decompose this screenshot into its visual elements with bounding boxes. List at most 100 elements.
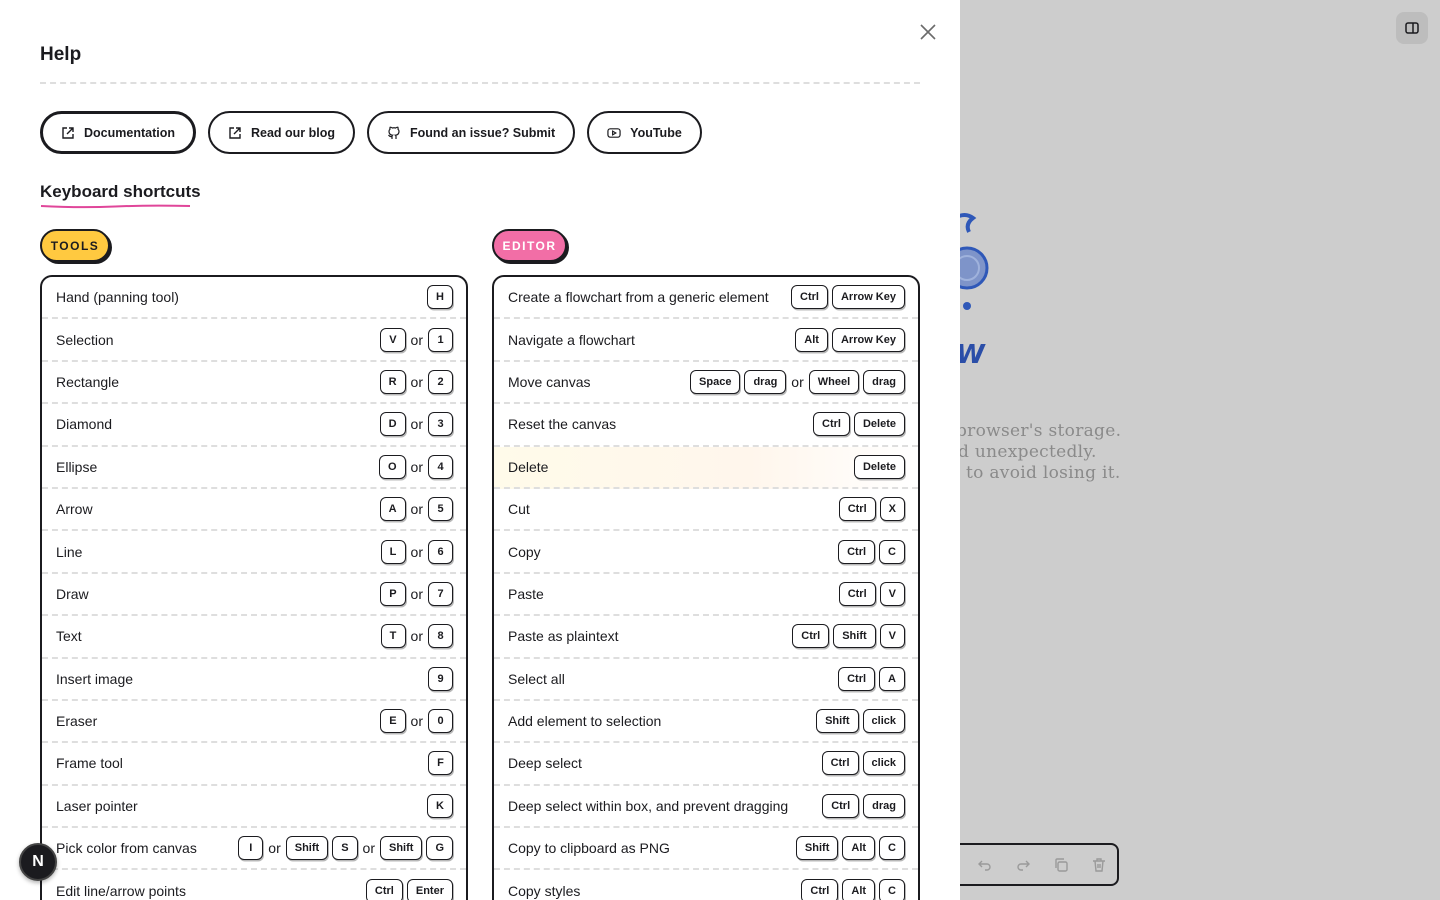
key-cap: Enter — [406, 878, 453, 900]
documentation-link[interactable]: Documentation — [40, 111, 196, 154]
key-cap: E — [380, 709, 406, 734]
key-cap: 2 — [428, 369, 453, 394]
sidebar-icon — [1405, 22, 1419, 34]
or-separator: or — [410, 543, 423, 560]
close-icon — [920, 24, 936, 40]
avatar[interactable]: N — [19, 843, 57, 881]
shortcut-keys: Ctrl Delete — [813, 412, 905, 437]
shortcut-keys: Por 7 — [380, 581, 453, 606]
shortcut-keys: H — [427, 285, 453, 310]
key-cap: Ctrl — [822, 793, 860, 818]
key-cap: D — [379, 412, 406, 437]
external-link-icon — [61, 126, 75, 140]
key-cap: click — [862, 751, 905, 776]
shortcut-label: Hand (panning tool) — [56, 289, 179, 306]
shortcut-keys: K — [427, 793, 453, 818]
or-separator: or — [791, 373, 804, 390]
key-cap: Shift — [833, 624, 876, 649]
key-cap: Alt — [795, 327, 828, 352]
key-cap: Ctrl — [791, 285, 828, 310]
key-cap: Ctrl — [838, 581, 876, 606]
key-cap: 1 — [428, 327, 453, 352]
key-cap: drag — [863, 793, 905, 818]
key-cap: X — [879, 497, 905, 522]
key-cap: V — [380, 327, 406, 352]
shortcut-keys: Ior Shift Sor Shift G — [238, 836, 453, 861]
or-separator: or — [410, 458, 423, 475]
key-cap: Ctrl — [838, 666, 876, 691]
or-separator: or — [410, 628, 423, 645]
editor-section-label: EDITOR — [492, 229, 567, 262]
shortcut-keys: Dor 3 — [379, 412, 453, 437]
shortcut-label: Paste — [508, 585, 544, 602]
key-cap: Arrow Key — [831, 327, 905, 352]
shortcut-keys: Ctrl V — [838, 581, 905, 606]
key-cap: Ctrl — [838, 497, 876, 522]
shortcut-keys: Ctrl Shift V — [792, 624, 905, 649]
shortcut-label: Rectangle — [56, 373, 120, 390]
close-button[interactable] — [916, 20, 940, 44]
shortcut-label: Arrow — [56, 501, 93, 518]
shortcuts-heading: Keyboard shortcuts — [40, 182, 201, 201]
key-cap: L — [380, 539, 406, 564]
shortcut-row-arrow: Arrow Aor 5 — [42, 489, 466, 532]
shortcut-row-cut: Cut Ctrl X — [494, 489, 918, 532]
key-cap: C — [879, 539, 905, 564]
shortcut-label: Frame tool — [56, 755, 123, 772]
shortcut-keys: 9 — [428, 666, 453, 691]
key-cap: V — [879, 624, 905, 649]
shortcut-row-eraser: Eraser Eor 0 — [42, 701, 466, 744]
youtube-link[interactable]: YouTube — [587, 111, 702, 154]
help-links: Documentation Read our blog Found an iss… — [40, 111, 702, 154]
shortcut-label: Deep select — [508, 755, 582, 772]
shortcut-row-delete: Delete Delete — [494, 446, 918, 489]
redo-icon[interactable] — [1014, 856, 1032, 874]
key-cap: I — [238, 836, 264, 861]
key-cap: Alt — [842, 836, 876, 861]
key-cap: 9 — [428, 666, 453, 691]
trash-icon[interactable] — [1090, 856, 1108, 874]
shortcut-row-copy-to-clipboard-as-png: Copy to clipboard as PNG Shift Alt C — [494, 828, 918, 871]
blog-link[interactable]: Read our blog — [207, 111, 356, 154]
key-cap: C — [879, 836, 905, 861]
divider — [40, 82, 920, 84]
shortcut-row-pick-color-from-canvas: Pick color from canvas Ior Shift Sor Shift G — [42, 828, 466, 871]
link-label: YouTube — [630, 125, 682, 140]
submit-issue-link[interactable]: Found an issue? Submit — [367, 111, 576, 154]
shortcut-keys: Lor 6 — [380, 539, 453, 564]
shortcut-row-draw: Draw Por 7 — [42, 574, 466, 617]
key-cap: A — [379, 497, 406, 522]
shortcut-row-copy: Copy Ctrl C — [494, 531, 918, 574]
heading-underline — [40, 204, 191, 209]
shortcut-keys: Ctrl Arrow Key — [791, 285, 905, 310]
shortcut-row-rectangle: Rectangle Ror 2 — [42, 362, 466, 405]
shortcut-row-copy-styles: Copy styles Ctrl Alt C — [494, 870, 918, 900]
shortcut-row-text: Text Tor 8 — [42, 616, 466, 659]
key-cap: Delete — [853, 412, 905, 437]
duplicate-icon[interactable] — [1052, 856, 1070, 874]
shortcut-label: Copy styles — [508, 882, 581, 899]
key-cap: Arrow Key — [831, 285, 905, 310]
shortcut-label: Copy to clipboard as PNG — [508, 840, 670, 857]
key-cap: 0 — [428, 709, 453, 734]
shortcut-row-edit-line-arrow-points: Edit line/arrow points Ctrl Enter — [42, 870, 466, 900]
shortcut-row-hand-panning-tool: Hand (panning tool) H — [42, 277, 466, 320]
welcome-line: d unexpectedly. — [958, 442, 1097, 462]
sidebar-toggle-button[interactable] — [1396, 12, 1428, 44]
or-separator: or — [410, 331, 423, 348]
key-cap: Delete — [853, 454, 905, 479]
shortcut-label: Insert image — [56, 670, 134, 687]
shortcut-keys: Shift Alt C — [795, 836, 905, 861]
key-cap: O — [378, 454, 406, 479]
shortcut-keys: Aor 5 — [379, 497, 453, 522]
key-cap: T — [380, 624, 406, 649]
undo-icon[interactable] — [976, 856, 994, 874]
tools-shortcuts-list: Hand (panning tool) H Selection Vor 1 Rectang… — [40, 275, 468, 900]
shortcut-label: Reset the canvas — [508, 416, 617, 433]
key-cap: Ctrl — [813, 412, 850, 437]
or-separator: or — [410, 501, 423, 518]
key-cap: drag — [744, 369, 787, 394]
or-separator: or — [410, 585, 423, 602]
shortcut-row-deep-select: Deep select Ctrl click — [494, 743, 918, 786]
shortcut-label: Laser pointer — [56, 797, 138, 814]
